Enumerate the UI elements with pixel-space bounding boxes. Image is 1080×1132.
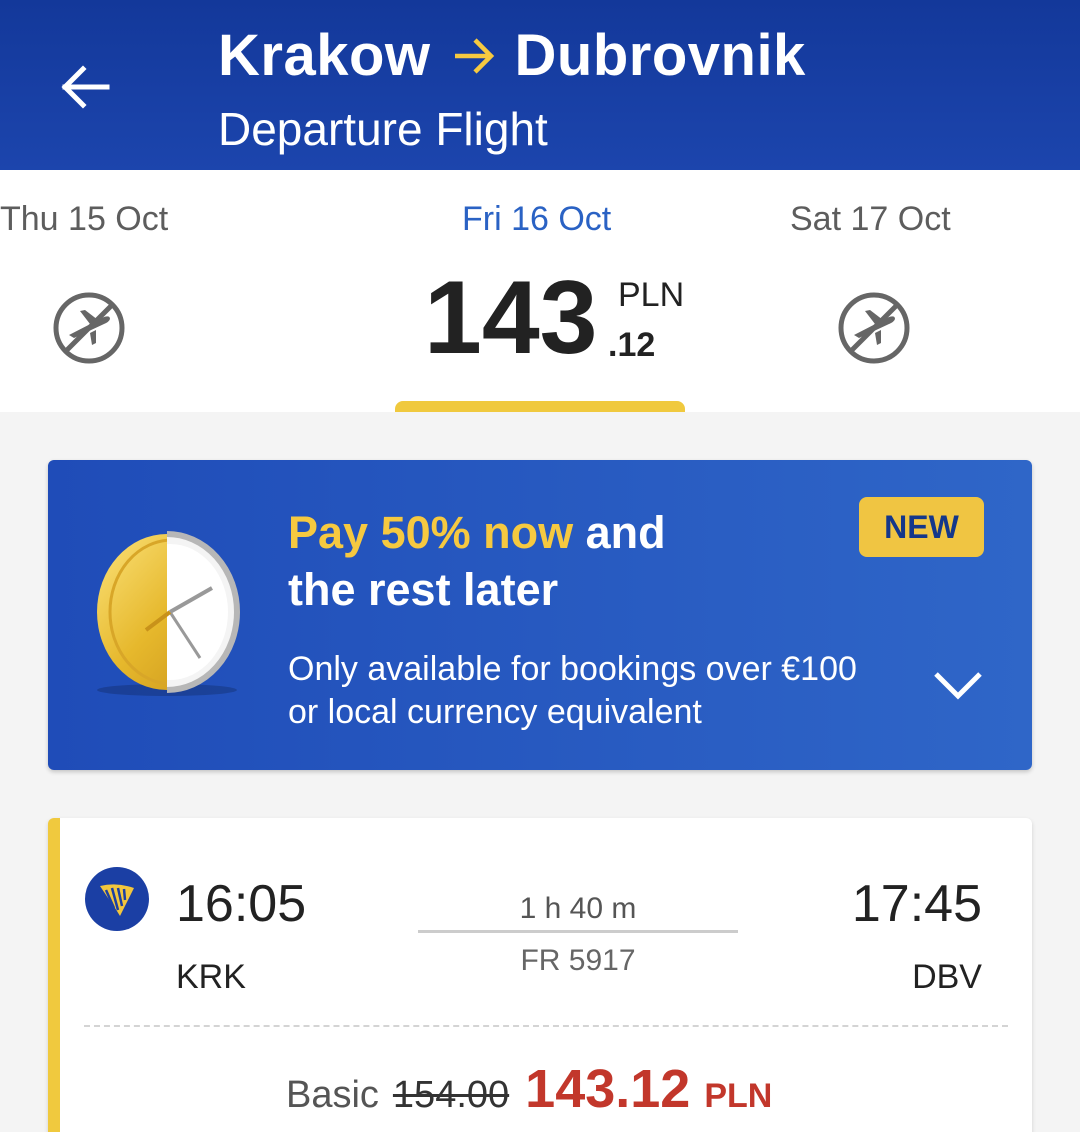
- promo-description: Only available for bookings over €100 or…: [288, 648, 857, 734]
- price-decimal: .12: [608, 326, 656, 364]
- route-title: Krakow Dubrovnik: [218, 22, 806, 89]
- fare-type-label: Basic: [286, 1074, 379, 1116]
- arrow-right-icon: [453, 36, 497, 76]
- chevron-down-icon[interactable]: [930, 664, 986, 704]
- date-label-next: Sat 17 Oct: [790, 200, 951, 238]
- page-subtitle: Departure Flight: [218, 103, 548, 155]
- fare-price-row: Basic 154.00 143.12 PLN: [286, 1058, 772, 1120]
- date-selector: Thu 15 Oct Fri 16 Oct 143 PLN .12 Sat 17…: [0, 170, 1080, 412]
- arrival-time: 17:45: [851, 875, 982, 933]
- discounted-price: 143.12: [525, 1059, 691, 1119]
- price-currency: PLN: [618, 276, 685, 314]
- ryanair-logo-icon: [85, 867, 149, 931]
- duration-divider: [418, 930, 738, 933]
- arrow-left-icon: [61, 65, 110, 109]
- departure-time: 16:05: [176, 875, 307, 933]
- price-integer: 143: [424, 260, 598, 376]
- price-currency: PLN: [704, 1077, 773, 1115]
- date-label-previous: Thu 15 Oct: [0, 200, 169, 238]
- coin-clock-icon: [97, 531, 240, 696]
- selected-date-indicator: [395, 401, 685, 412]
- card-divider: [84, 1025, 1008, 1027]
- promo-title-line2: the rest later: [288, 564, 559, 615]
- flight-number: FR 5917: [520, 944, 636, 977]
- date-label-selected: Fri 16 Oct: [462, 200, 612, 238]
- flight-duration: 1 h 40 m: [519, 892, 637, 925]
- original-price: 154.00: [392, 1074, 510, 1116]
- new-badge: NEW: [859, 497, 984, 557]
- back-button[interactable]: [44, 52, 124, 122]
- promo-title: Pay 50% now and the rest later: [288, 504, 666, 618]
- arrival-airport-code: DBV: [912, 958, 982, 996]
- pay-later-promo-banner[interactable]: Pay 50% now and the rest later NEW Only …: [48, 460, 1032, 770]
- flight-card[interactable]: 16:05 KRK 1 h 40 m FR 5917 17:45 DBV Bas…: [48, 818, 1032, 1132]
- no-flights-icon: [838, 292, 910, 364]
- promo-desc-line2: or local currency equivalent: [288, 693, 702, 731]
- promo-desc-line1: Only available for bookings over €100: [288, 650, 857, 688]
- departure-airport-code: KRK: [176, 958, 246, 996]
- promo-title-highlight: Pay 50% now: [288, 507, 574, 558]
- promo-title-rest: and: [573, 507, 666, 558]
- app-header: Krakow Dubrovnik Departure Flight: [0, 0, 1080, 170]
- destination-city: Dubrovnik: [514, 23, 806, 88]
- origin-city: Krakow: [218, 23, 431, 88]
- no-flights-icon: [53, 292, 125, 364]
